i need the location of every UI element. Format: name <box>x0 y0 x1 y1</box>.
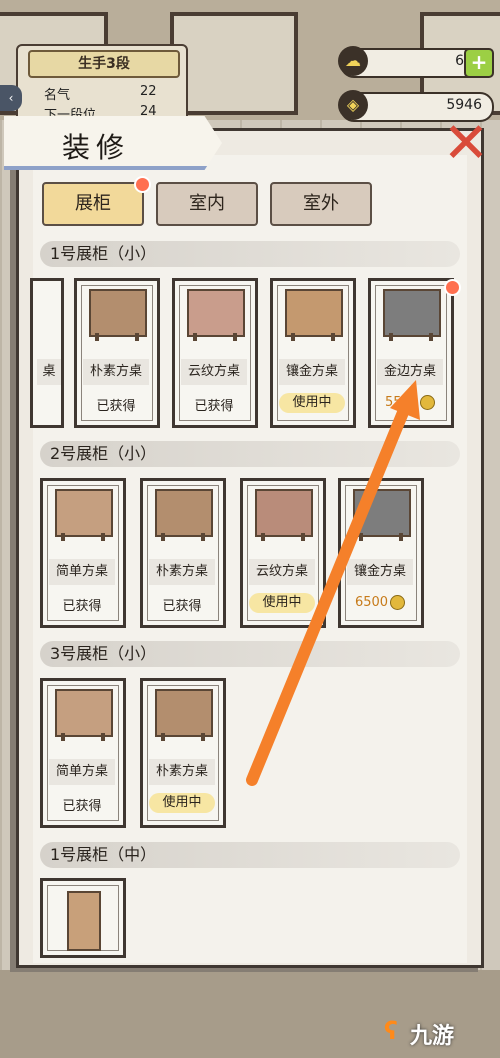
watermark-logo-icon: ʕ <box>384 1017 398 1045</box>
watermark-text: 九游 <box>410 1024 455 1049</box>
annotation-arrow <box>246 380 420 786</box>
arrow-shaft <box>246 404 410 786</box>
arrow-head <box>390 380 420 420</box>
